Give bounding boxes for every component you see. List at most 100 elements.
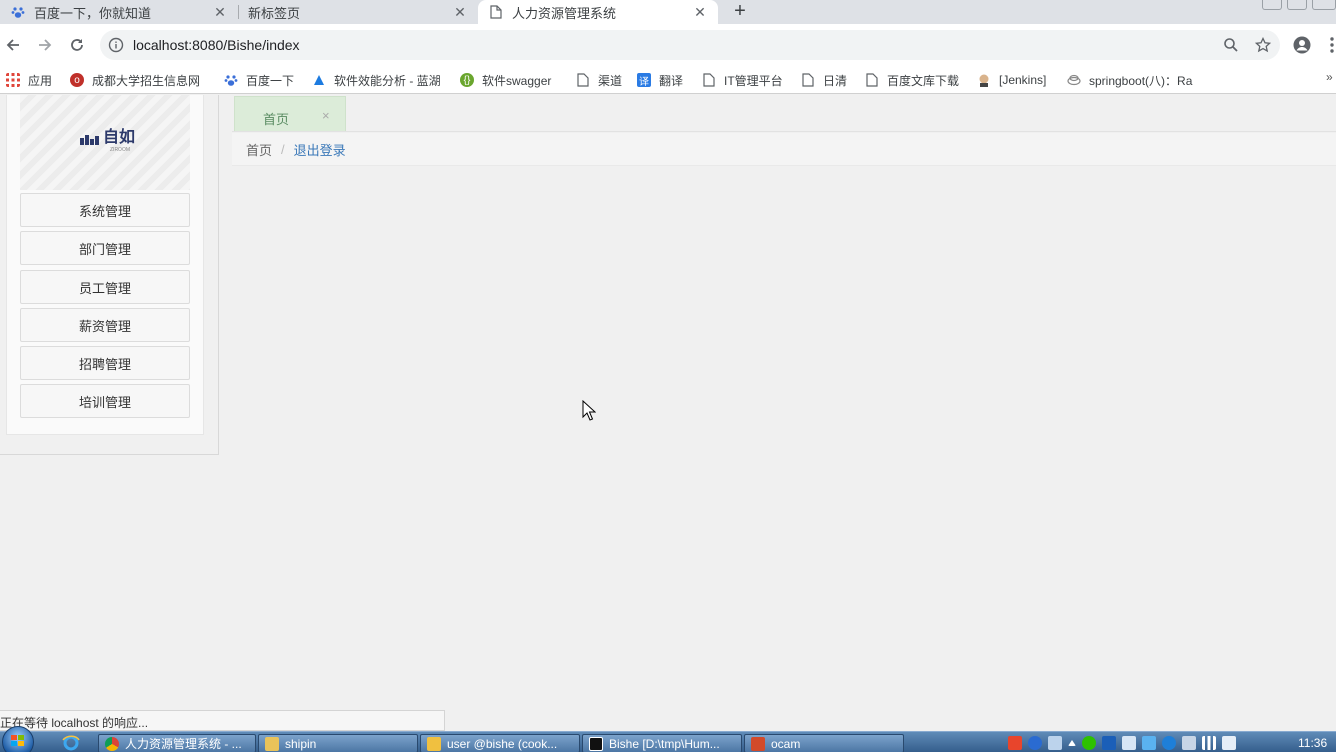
bookmark-apps[interactable]: 应用 xyxy=(6,70,52,90)
browser-toolbar: localhost:8080/Bishe/index xyxy=(0,24,1336,66)
bookmark-riqing[interactable]: 日清 xyxy=(801,70,847,90)
taskbar-intellij[interactable]: Bishe [D:\tmp\Hum... xyxy=(582,734,742,752)
update-icon[interactable] xyxy=(1162,736,1176,750)
security-shield-icon[interactable] xyxy=(1122,736,1136,750)
baidu-paw-icon xyxy=(224,75,238,86)
signal-bars-icon[interactable] xyxy=(1202,736,1216,750)
mouse-cursor-icon xyxy=(582,400,596,421)
page-icon xyxy=(866,73,878,87)
tab-title: 新标签页 xyxy=(248,5,301,21)
bookmark-swagger[interactable]: {} 软件swagger xyxy=(460,70,551,90)
menu-training-management[interactable]: 培训管理 xyxy=(20,384,190,418)
back-arrow-icon xyxy=(6,39,19,51)
logout-link[interactable]: 退出登录 xyxy=(294,140,346,159)
bookmark-wenku[interactable]: 百度文库下载 xyxy=(865,70,959,90)
taskbar-label: shipin xyxy=(285,736,317,751)
taskbar-clock[interactable]: 11:36 xyxy=(1298,736,1327,750)
content-tab-label: 首页 xyxy=(263,112,290,127)
browser-tab-newtab[interactable]: 新标签页 ✕ xyxy=(238,0,478,24)
red-circle-icon: o xyxy=(70,73,84,87)
maximize-icon[interactable] xyxy=(1287,0,1307,10)
menu-department-management[interactable]: 部门管理 xyxy=(20,231,190,265)
menu-salary-management[interactable]: 薪资管理 xyxy=(20,308,190,342)
usb-device-icon[interactable] xyxy=(1182,736,1196,750)
bookmark-cdu[interactable]: o 成都大学招生信息网 xyxy=(70,70,200,90)
breadcrumb: 首页 / 退出登录 xyxy=(232,133,1336,166)
page-icon xyxy=(577,73,589,87)
bluetooth-icon[interactable] xyxy=(1102,736,1116,750)
jenkins-icon xyxy=(979,74,989,87)
minimize-icon[interactable] xyxy=(1262,0,1282,10)
wechat-icon[interactable] xyxy=(1082,736,1096,750)
bookmark-label: 翻译 xyxy=(659,73,684,88)
tab-divider-line xyxy=(232,131,1336,132)
taskbar-chrome[interactable]: 人力资源管理系统 - ... xyxy=(98,734,256,752)
menu-system-management[interactable]: 系统管理 xyxy=(20,193,190,227)
bookmark-label: IT管理平台 xyxy=(724,73,783,88)
bookmark-label: 软件效能分析 - 蓝湖 xyxy=(334,73,441,88)
bookmark-lanhu[interactable]: 软件效能分析 - 蓝湖 xyxy=(312,70,441,90)
page-viewport: 自如 ZIROOM 系统管理 部门管理 员工管理 薪资管理 招聘管理 培训管理 … xyxy=(0,95,1336,710)
menu-recruitment-management[interactable]: 招聘管理 xyxy=(20,346,190,380)
back-button[interactable] xyxy=(1,33,25,57)
zoom-icon[interactable] xyxy=(1223,37,1239,53)
bookmark-channel[interactable]: 渠道 xyxy=(576,70,622,90)
swagger-icon: {} xyxy=(460,73,474,87)
volume-icon[interactable] xyxy=(1222,736,1236,750)
close-icon[interactable]: × xyxy=(322,108,330,123)
sogou-ime-icon[interactable] xyxy=(1008,736,1022,750)
taskbar-label: 人力资源管理系统 - ... xyxy=(125,737,242,751)
internet-explorer-icon[interactable] xyxy=(62,734,80,751)
url-text[interactable]: localhost:8080/Bishe/index xyxy=(133,37,300,53)
cloud-icon xyxy=(1067,74,1081,86)
bookmark-it-platform[interactable]: IT管理平台 xyxy=(702,70,783,90)
show-hidden-icons-icon[interactable] xyxy=(1068,740,1076,746)
bookmark-star-icon[interactable] xyxy=(1255,37,1271,53)
info-icon[interactable] xyxy=(108,37,124,53)
reload-button[interactable] xyxy=(65,33,89,57)
breadcrumb-separator: / xyxy=(281,141,285,157)
close-icon[interactable]: ✕ xyxy=(692,4,708,21)
bookmark-baidu[interactable]: 百度一下 xyxy=(224,70,294,90)
bookmark-label: 日清 xyxy=(823,73,848,88)
tab-title: 人力资源管理系统 xyxy=(512,5,617,21)
taskbar-ocam[interactable]: ocam xyxy=(744,734,904,752)
intellij-icon xyxy=(589,736,603,751)
database-icon xyxy=(427,736,441,751)
bookmark-springboot[interactable]: springboot(八)：Ra xyxy=(1067,70,1192,90)
logo-subtext: ZIROOM xyxy=(110,147,130,153)
browser-tab-strip: 百度一下，你就知道 ✕ 新标签页 ✕ 人力资源管理系统 ✕ + xyxy=(0,0,1336,24)
breadcrumb-home[interactable]: 首页 xyxy=(246,140,272,159)
taskbar-label: Bishe [D:\tmp\Hum... xyxy=(609,736,720,751)
page-icon xyxy=(802,73,814,87)
page-icon xyxy=(703,73,715,87)
forward-button[interactable] xyxy=(33,33,57,57)
content-tab-home[interactable]: 首页 × xyxy=(234,96,346,131)
taskbar-database[interactable]: user @bishe (cook... xyxy=(420,734,580,752)
address-bar[interactable]: localhost:8080/Bishe/index xyxy=(100,30,1280,60)
bookmarks-overflow-button[interactable]: » xyxy=(1326,70,1333,84)
logo-text: 自如 xyxy=(103,127,136,146)
browser-tab-hr-system[interactable]: 人力资源管理系统 ✕ xyxy=(478,0,718,24)
bookmark-jenkins[interactable]: [Jenkins] xyxy=(977,70,1046,90)
feather-icon[interactable] xyxy=(1142,736,1156,750)
bookmark-translate[interactable]: 译 翻译 xyxy=(637,70,683,90)
help-icon[interactable] xyxy=(1028,736,1042,750)
bookmark-label: 成都大学招生信息网 xyxy=(92,73,201,88)
close-icon[interactable]: ✕ xyxy=(212,4,228,21)
profile-avatar-icon[interactable] xyxy=(1293,36,1311,54)
more-menu-icon[interactable] xyxy=(1328,36,1336,54)
bookmark-label: [Jenkins] xyxy=(999,73,1047,87)
browser-tab-baidu[interactable]: 百度一下，你就知道 ✕ xyxy=(0,0,238,24)
new-tab-button[interactable]: + xyxy=(728,0,752,24)
network-adapter-icon[interactable] xyxy=(1048,736,1062,750)
menu-employee-management[interactable]: 员工管理 xyxy=(20,270,190,304)
apps-grid-icon xyxy=(6,73,20,87)
close-icon[interactable]: ✕ xyxy=(452,4,468,21)
ziroom-logo: 自如 xyxy=(80,129,135,145)
bookmarks-bar: 应用 o 成都大学招生信息网 百度一下 软件效能分析 - 蓝湖 {} 软件swa… xyxy=(0,66,1336,94)
page-icon xyxy=(488,4,504,20)
taskbar-folder[interactable]: shipin xyxy=(258,734,418,752)
start-button[interactable] xyxy=(2,726,34,752)
window-close-icon[interactable] xyxy=(1312,0,1336,10)
